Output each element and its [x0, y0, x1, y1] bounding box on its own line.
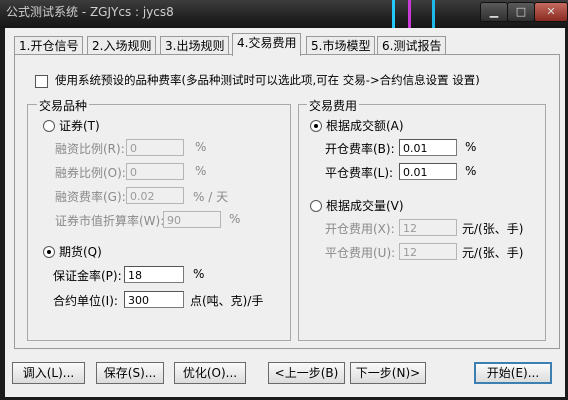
close-fee-unit: 元/(张、手): [462, 246, 524, 260]
financing-rate-label: 融资费率(G):: [55, 190, 126, 204]
fee-group-legend: 交易费用: [307, 97, 360, 114]
tab-test-report[interactable]: 6.测试报告: [377, 36, 447, 55]
minimize-icon: ▁: [489, 5, 499, 18]
save-button[interactable]: 保存(S)...: [96, 362, 164, 384]
contract-unit-unit: 点(吨、克)/手: [190, 294, 264, 308]
close-rate-label: 平仓费率(L):: [325, 166, 394, 180]
close-icon: ✕: [546, 5, 556, 18]
deposit-rate-unit: %: [193, 267, 205, 281]
background-glow: [392, 0, 395, 28]
securities-radio[interactable]: [43, 120, 55, 132]
short-ratio-unit: %: [195, 164, 207, 178]
financing-rate-input[interactable]: 0.02: [126, 187, 184, 204]
maximize-icon: □: [515, 5, 527, 18]
tab-entry-signal[interactable]: 1.开仓信号: [14, 36, 84, 55]
tab-market-model[interactable]: 5.市场模型: [306, 36, 376, 55]
open-rate-input[interactable]: 0.01: [399, 139, 457, 156]
open-fee-label: 开仓费用(X):: [325, 222, 395, 236]
margin-ratio-unit: %: [195, 140, 207, 154]
contract-unit-label: 合约单位(I):: [53, 294, 118, 308]
next-step-button[interactable]: 下一步(N)>: [350, 362, 426, 384]
open-fee-input[interactable]: 12: [399, 219, 457, 236]
open-fee-unit: 元/(张、手): [462, 222, 524, 236]
tab-exit-rules[interactable]: 3.出场规则: [160, 36, 230, 55]
margin-ratio-label: 融资比例(R):: [55, 142, 125, 156]
start-button[interactable]: 开始(E)...: [474, 362, 552, 384]
market-value-ratio-label: 证券市值折算率(W):: [55, 214, 165, 228]
background-glow: [408, 0, 411, 28]
prev-step-button[interactable]: <上一步(B): [268, 362, 345, 384]
tab-trading-fees[interactable]: 4.交易费用: [232, 33, 302, 56]
background-glow: [432, 0, 435, 28]
use-preset-checkbox[interactable]: [35, 75, 48, 88]
market-value-ratio-unit: %: [229, 212, 241, 226]
minimize-button[interactable]: ▁: [480, 2, 508, 22]
deposit-rate-label: 保证金率(P):: [53, 269, 122, 283]
open-rate-label: 开仓费率(B):: [325, 142, 395, 156]
market-value-ratio-input[interactable]: 90: [163, 211, 221, 228]
optimize-button[interactable]: 优化(O)...: [174, 362, 246, 384]
futures-label: 期货(Q): [59, 245, 102, 259]
by-amount-label: 根据成交额(A): [326, 119, 404, 133]
margin-ratio-input[interactable]: 0: [126, 139, 184, 156]
dialog-client: 1.开仓信号 2.入场规则 3.出场规则 4.交易费用 5.市场模型 6.测试报…: [5, 28, 565, 397]
window-title: 公式测试系统 - ZGJYcs : jycs8: [6, 5, 174, 19]
short-ratio-label: 融券比例(O):: [55, 166, 126, 180]
tab-entry-rules[interactable]: 2.入场规则: [87, 36, 157, 55]
by-amount-radio[interactable]: [310, 120, 322, 132]
short-ratio-input[interactable]: 0: [126, 163, 184, 180]
by-volume-radio[interactable]: [310, 200, 322, 212]
futures-radio[interactable]: [43, 246, 55, 258]
import-button[interactable]: 调入(L)...: [12, 362, 85, 384]
close-button[interactable]: ✕: [534, 2, 568, 22]
securities-label: 证券(T): [59, 119, 100, 133]
close-rate-input[interactable]: 0.01: [399, 163, 457, 180]
maximize-button[interactable]: □: [507, 2, 535, 22]
close-fee-label: 平仓费用(U):: [325, 246, 396, 260]
instrument-group-legend: 交易品种: [37, 97, 90, 114]
use-preset-label: 使用系统预设的品种费率(多品种测试时可以选此项,可在 交易->合约信息设置 设置…: [55, 73, 480, 87]
financing-rate-unit: % / 天: [193, 190, 229, 204]
tab-panel: 使用系统预设的品种费率(多品种测试时可以选此项,可在 交易->合约信息设置 设置…: [14, 54, 560, 349]
by-volume-label: 根据成交量(V): [326, 199, 404, 213]
contract-unit-input[interactable]: 300: [124, 291, 184, 308]
open-rate-unit: %: [465, 140, 477, 154]
deposit-rate-input[interactable]: 18: [124, 266, 184, 283]
close-fee-input[interactable]: 12: [399, 243, 457, 260]
close-rate-unit: %: [465, 164, 477, 178]
